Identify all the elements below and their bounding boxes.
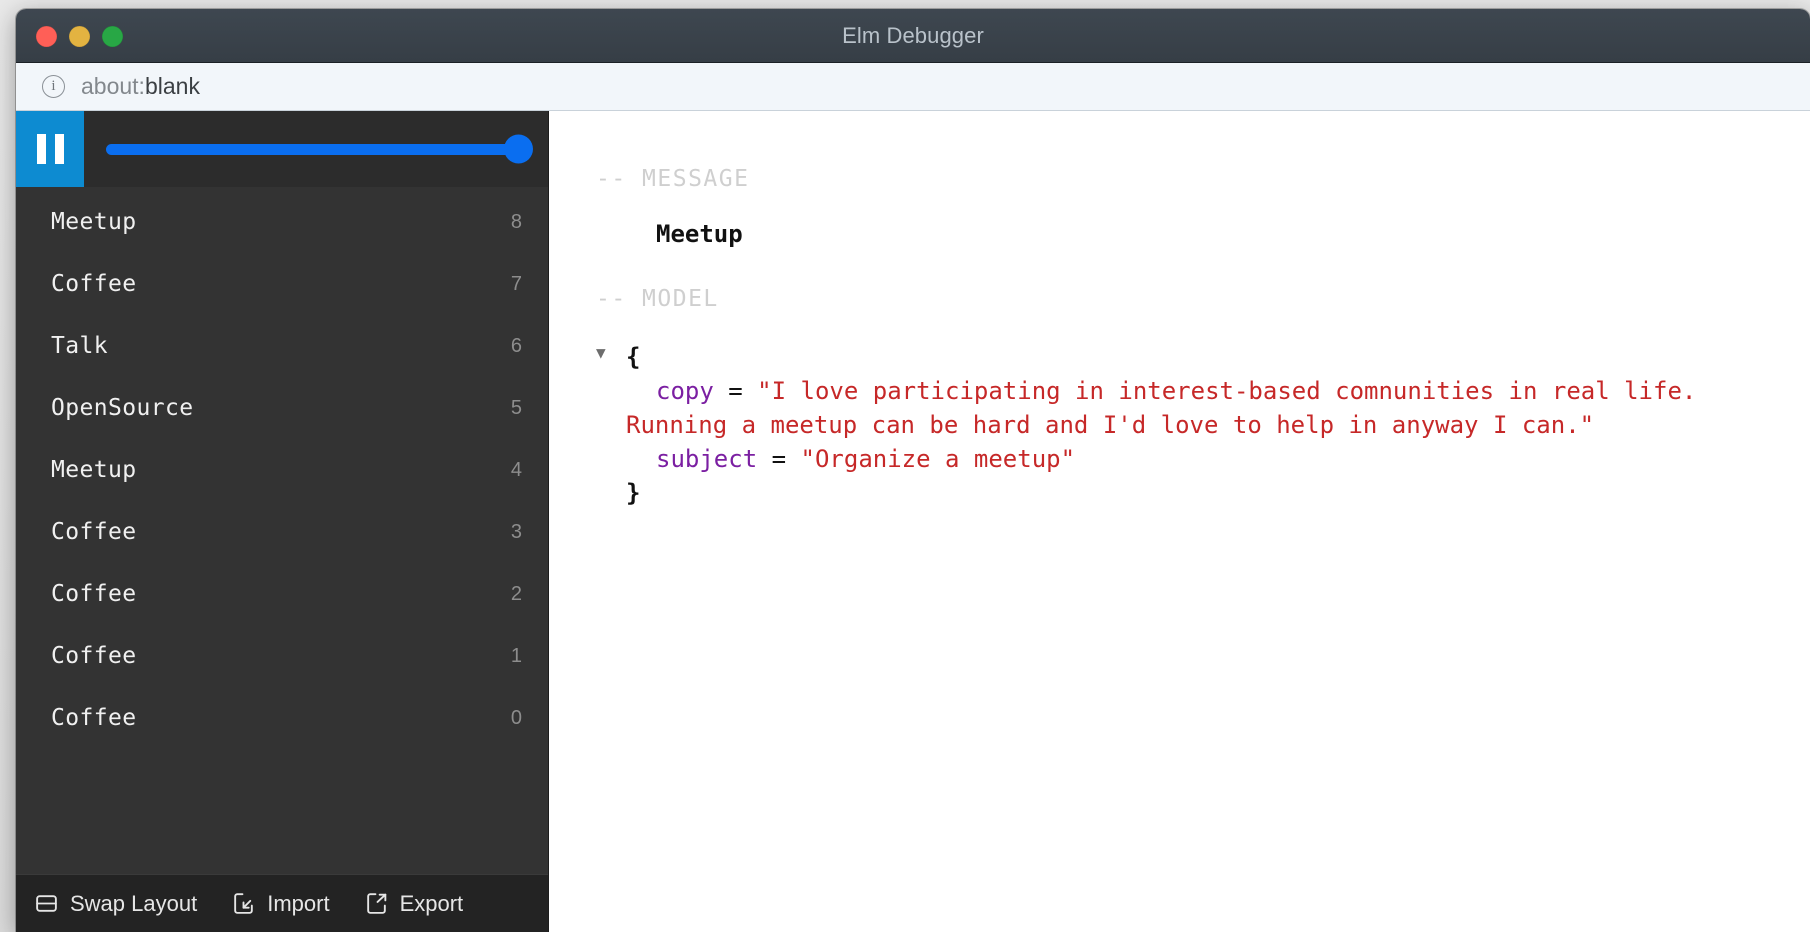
model-field-key: copy xyxy=(656,377,714,406)
history-item[interactable]: Coffee 2 xyxy=(16,563,548,625)
model-open-brace: { xyxy=(626,343,641,371)
browser-window: Elm Debugger i about:blank Meetup 8 Coff… xyxy=(16,9,1810,932)
model-field-list: copy = "I love participating in interest… xyxy=(596,374,1810,476)
history-item-index: 2 xyxy=(510,582,522,605)
traffic-light-group xyxy=(36,9,123,63)
history-item[interactable]: Talk 6 xyxy=(16,315,548,377)
history-item-index: 0 xyxy=(510,706,522,729)
history-list[interactable]: Meetup 8 Coffee 7 Talk 6 OpenSource 5 Meetup 4 Cof… xyxy=(16,187,548,874)
swap-layout-icon xyxy=(34,891,59,916)
close-window-button[interactable] xyxy=(36,25,57,47)
history-item-index: 1 xyxy=(510,644,522,667)
debugger-body: Meetup 8 Coffee 7 Talk 6 OpenSource 5 Meetup 4 Cof… xyxy=(16,111,1810,932)
sidebar-footer: Swap Layout Import Export xyxy=(16,874,548,932)
minimize-window-button[interactable] xyxy=(69,25,90,47)
url-scheme: about: xyxy=(81,73,145,99)
model-field-key: subject xyxy=(656,445,758,474)
message-value: Meetup xyxy=(656,220,743,248)
history-item-label: Talk xyxy=(51,333,108,359)
history-item[interactable]: Coffee 1 xyxy=(16,625,548,687)
export-label: Export xyxy=(399,890,464,916)
history-item[interactable]: Meetup 8 xyxy=(16,191,548,253)
model-field: copy = "I love participating in interest… xyxy=(596,374,1810,442)
window-titlebar: Elm Debugger xyxy=(16,9,1810,63)
history-slider-thumb[interactable] xyxy=(504,134,533,164)
desktop-backdrop: Elm Debugger i about:blank Meetup 8 Coff… xyxy=(0,0,1810,932)
history-item-index: 6 xyxy=(510,334,522,357)
model-field-value: "I love participating in interest-based … xyxy=(626,377,1711,440)
history-item[interactable]: OpenSource 5 xyxy=(16,377,548,439)
url-host: blank xyxy=(144,73,200,99)
history-item-label: Meetup xyxy=(51,209,137,235)
history-item-index: 5 xyxy=(510,396,522,419)
history-item[interactable]: Coffee 3 xyxy=(16,501,548,563)
export-icon xyxy=(364,891,389,916)
model-tree: ▼ { copy = "I love participating in inte… xyxy=(549,340,1810,510)
model-root-row: ▼ { xyxy=(596,340,1810,374)
import-label: Import xyxy=(267,890,330,916)
history-item-label: Coffee xyxy=(51,271,137,297)
history-item-index: 4 xyxy=(510,458,522,481)
history-slider-track[interactable] xyxy=(106,134,533,164)
message-section-header: -- MESSAGE xyxy=(596,166,750,192)
swap-layout-label: Swap Layout xyxy=(70,890,198,916)
url-text[interactable]: about:blank xyxy=(81,73,200,100)
model-field: subject = "Organize a meetup" xyxy=(596,442,1810,476)
history-item[interactable]: Meetup 4 xyxy=(16,439,548,501)
maximize-window-button[interactable] xyxy=(102,25,123,47)
history-item[interactable]: Coffee 7 xyxy=(16,253,548,315)
history-slider[interactable] xyxy=(84,111,548,187)
export-button[interactable]: Export xyxy=(364,890,464,917)
history-item-label: Coffee xyxy=(51,705,137,731)
history-item-index: 8 xyxy=(510,210,522,233)
model-close-brace: } xyxy=(626,479,641,508)
history-item-label: Coffee xyxy=(51,519,137,545)
debugger-sidebar: Meetup 8 Coffee 7 Talk 6 OpenSource 5 Meetup 4 Cof… xyxy=(16,111,549,932)
model-field-equals: = xyxy=(728,377,743,406)
history-item-index: 7 xyxy=(510,272,522,295)
history-item-index: 3 xyxy=(510,520,522,543)
history-item[interactable]: Coffee 0 xyxy=(16,687,548,749)
pause-button[interactable] xyxy=(16,111,84,187)
history-item-label: Coffee xyxy=(51,643,137,669)
debugger-detail-panel: -- MESSAGE Meetup -- MODEL ▼ { copy = "I… xyxy=(549,111,1810,932)
info-icon[interactable]: i xyxy=(42,75,65,98)
window-title: Elm Debugger xyxy=(842,22,984,48)
import-button[interactable]: Import xyxy=(231,890,330,917)
history-item-label: OpenSource xyxy=(51,395,194,421)
model-field-value: "Organize a meetup" xyxy=(800,445,1076,474)
model-section-header: -- MODEL xyxy=(596,286,719,312)
history-item-label: Meetup xyxy=(51,457,137,483)
playback-controls xyxy=(16,111,548,187)
import-icon xyxy=(231,891,256,916)
chevron-down-icon[interactable]: ▼ xyxy=(596,340,626,366)
model-field-equals: = xyxy=(771,445,787,474)
pause-icon xyxy=(36,134,64,164)
swap-layout-button[interactable]: Swap Layout xyxy=(34,891,197,917)
browser-urlbar[interactable]: i about:blank xyxy=(16,63,1810,111)
history-item-label: Coffee xyxy=(51,581,137,607)
